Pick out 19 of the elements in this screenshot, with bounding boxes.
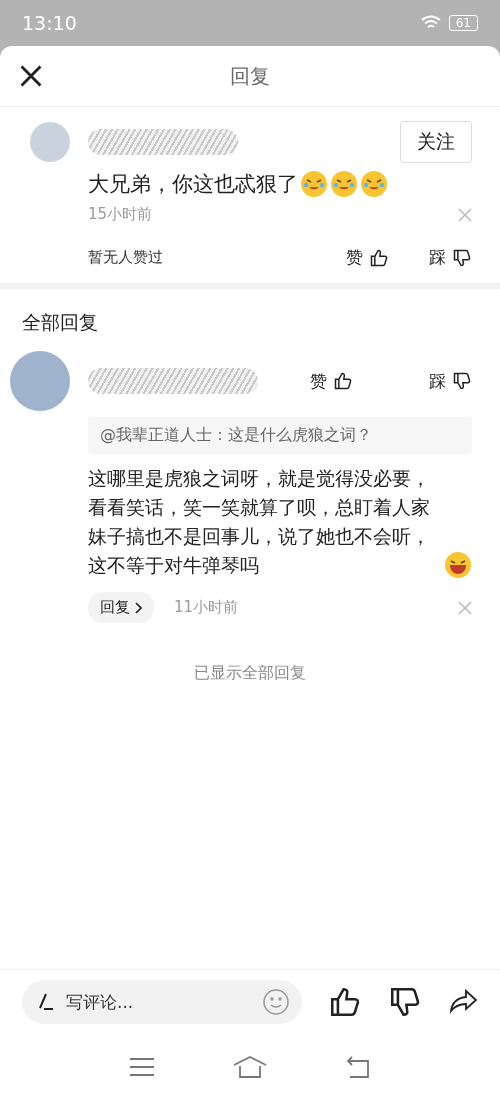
comment-time: 15小时前 [88, 205, 153, 224]
follow-button[interactable]: 关注 [400, 121, 472, 163]
like-button[interactable]: 赞 [310, 369, 353, 393]
end-note: 已显示全部回复 [194, 663, 306, 684]
status-time: 13:10 [22, 12, 77, 34]
section-heading: 全部回复 [22, 310, 98, 335]
dislike-button[interactable]: 踩 [429, 369, 472, 393]
reply-time: 11小时前 [174, 598, 239, 617]
comment-field[interactable]: 写评论... [22, 980, 302, 1024]
likes-summary: 暂无人赞过 [88, 248, 163, 267]
battery-level: 61 [448, 15, 478, 31]
like-button[interactable]: 赞 [346, 246, 389, 269]
reply-button[interactable]: 回复 [88, 592, 154, 623]
comment-text: 大兄弟，你这也忒狠了 [88, 171, 298, 198]
dislike-button[interactable]: 踩 [429, 246, 472, 269]
comment-input[interactable]: 写评论... [64, 991, 252, 1013]
quoted-reply: @我辈正道人士：这是什么虎狼之词？ [88, 417, 472, 454]
window-title: 回复 [230, 62, 270, 90]
reply-text: 这哪里是虎狼之词呀，就是觉得没必要，看看笑话，笑一笑就算了呗，总盯着人家妹子搞也不是回事儿，说了她也不会听，这不等于对牛弹琴吗 [88, 466, 431, 578]
